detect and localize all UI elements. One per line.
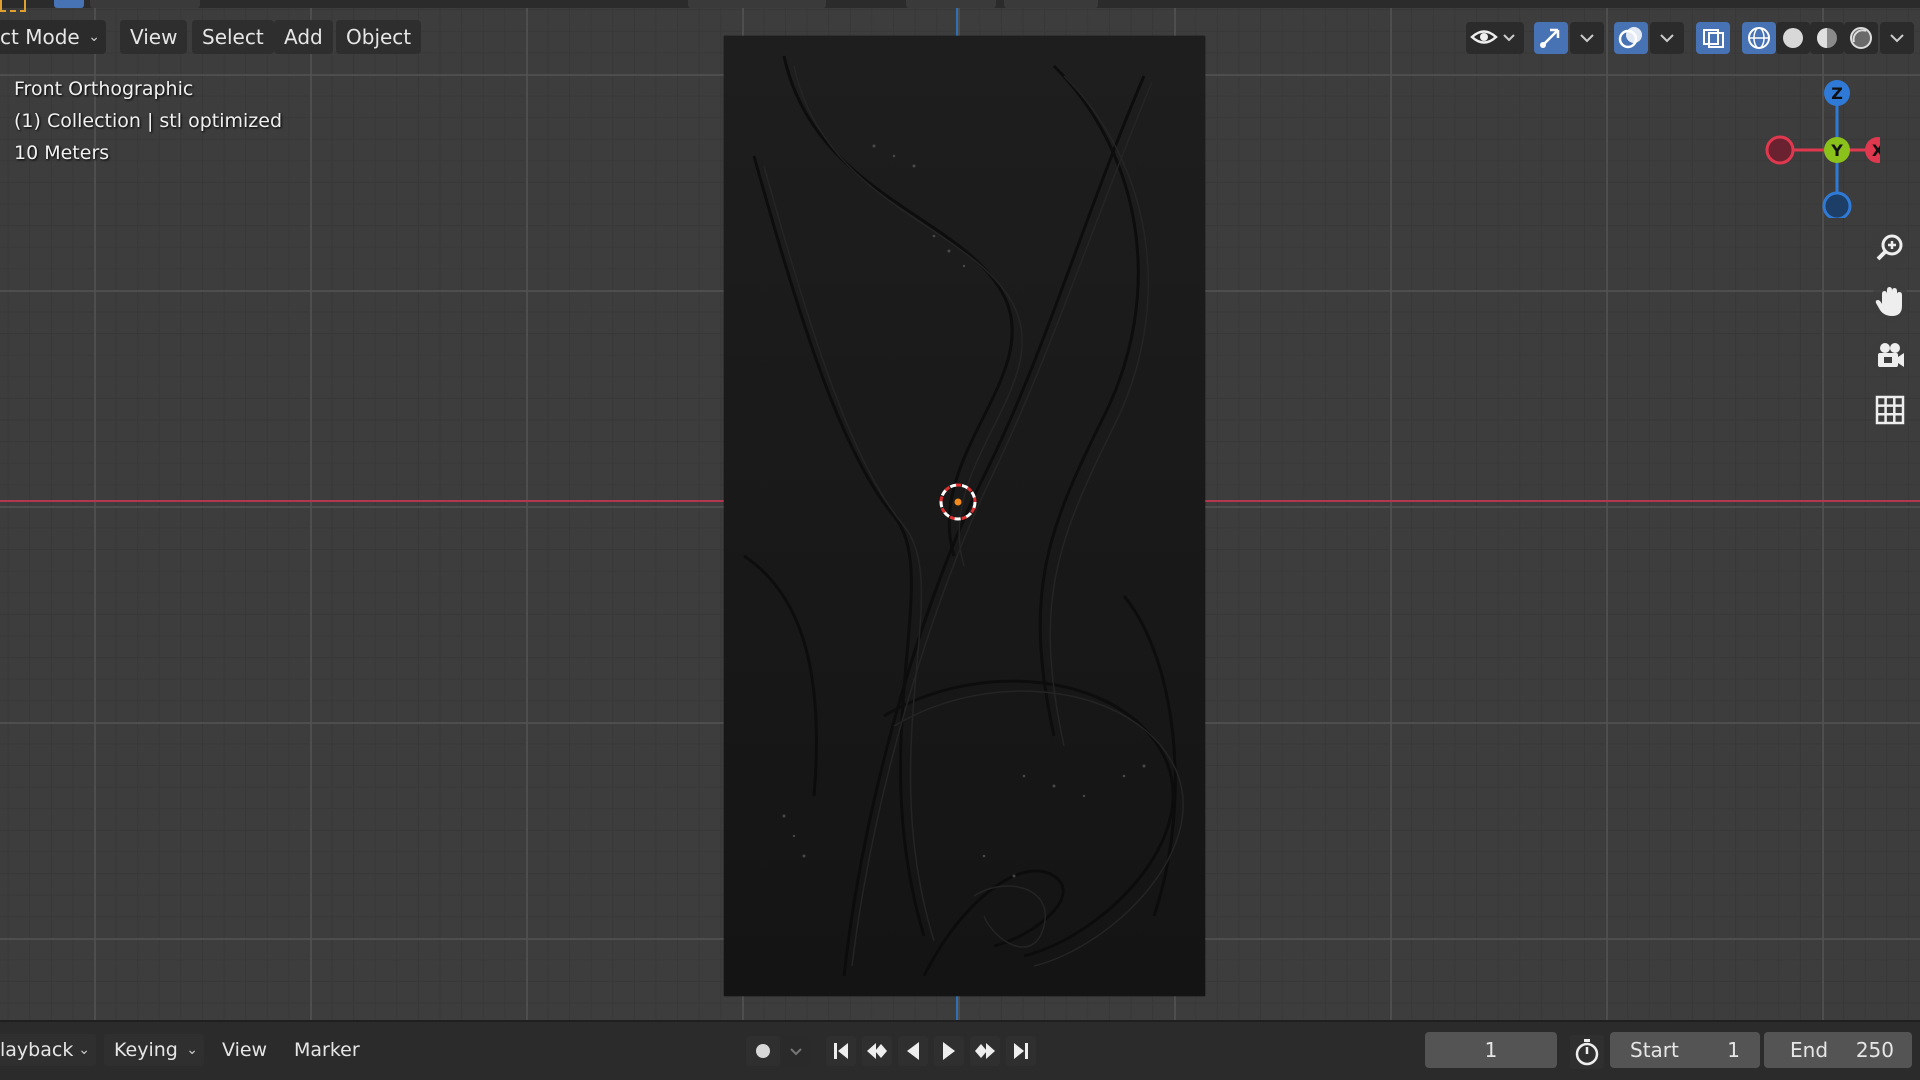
- stopwatch-icon: [1575, 1039, 1599, 1066]
- chevron-down-icon: [1660, 34, 1674, 43]
- gizmo-z-label: Z: [1831, 84, 1843, 103]
- start-value: 1: [1727, 1038, 1740, 1062]
- current-frame-field[interactable]: 1: [1425, 1032, 1557, 1068]
- mode-dropdown[interactable]: ct Mode ⌄: [0, 20, 106, 54]
- auto-keying-button[interactable]: [746, 1036, 780, 1066]
- viewport-header: ct Mode ⌄ View Select Add Object: [0, 0, 1920, 74]
- jump-end-button[interactable]: [1006, 1036, 1036, 1066]
- record-icon: [756, 1044, 770, 1058]
- rendered-sphere-icon: [1850, 27, 1872, 49]
- gizmo-y-label: Y: [1830, 141, 1843, 160]
- keying-set-dropdown[interactable]: [782, 1036, 810, 1066]
- chevron-down-icon: [790, 1048, 802, 1056]
- 3d-viewport[interactable]: Front Orthographic (1) Collection | stl …: [0, 0, 1920, 1020]
- origin-cursor-icon: [939, 483, 977, 521]
- proportional-edit-dropdown[interactable]: [1004, 0, 1098, 8]
- menu-view[interactable]: View: [120, 20, 188, 54]
- prev-keyframe-icon: [867, 1043, 887, 1059]
- playback-dropdown[interactable]: layback ⌄: [0, 1034, 96, 1066]
- view-name-label: Front Orthographic: [14, 78, 194, 100]
- jump-start-button[interactable]: [826, 1036, 856, 1066]
- select-box-icon[interactable]: [0, 0, 26, 12]
- scale-label: 10 Meters: [14, 142, 110, 164]
- menu-select[interactable]: Select: [192, 20, 274, 54]
- material-shading-button[interactable]: [1810, 22, 1844, 54]
- menu-object[interactable]: Object: [336, 20, 422, 54]
- next-keyframe-button[interactable]: [970, 1036, 1000, 1066]
- zoom-icon: [1876, 234, 1903, 261]
- camera-view-button[interactable]: [1870, 336, 1910, 376]
- playback-label: layback: [0, 1039, 74, 1061]
- jump-end-icon: [1014, 1043, 1028, 1059]
- jump-start-icon: [834, 1043, 848, 1059]
- menu-add[interactable]: Add: [274, 20, 333, 54]
- visibility-dropdown[interactable]: [1466, 22, 1524, 54]
- shading-dropdown[interactable]: [1880, 22, 1914, 54]
- grid-icon: [1875, 395, 1905, 425]
- overlays-toggle-button[interactable]: [1614, 22, 1648, 54]
- ortho-toggle-button[interactable]: [1870, 390, 1910, 430]
- end-label: End: [1790, 1038, 1829, 1062]
- prev-keyframe-button[interactable]: [862, 1036, 892, 1066]
- gizmo-icon: [1540, 28, 1560, 48]
- chevron-down-icon: ⌄: [78, 1042, 90, 1058]
- play-button[interactable]: [934, 1036, 964, 1066]
- transform-orientation-dropdown[interactable]: [688, 0, 826, 8]
- play-reverse-button[interactable]: [898, 1036, 928, 1066]
- play-icon: [943, 1042, 955, 1060]
- gizmo-toggle-button[interactable]: [1534, 22, 1568, 54]
- gizmo-dropdown[interactable]: [1570, 22, 1604, 54]
- solid-shading-button[interactable]: [1776, 22, 1810, 54]
- chevron-down-icon: [1580, 34, 1594, 43]
- select-mode-buttons[interactable]: [90, 0, 200, 8]
- solid-sphere-icon: [1783, 28, 1803, 48]
- chevron-down-icon: ⌄: [88, 29, 100, 45]
- play-reverse-icon: [907, 1042, 919, 1060]
- timeline-header: layback ⌄ Keying ⌄ View Marker 1 Start 1…: [0, 1020, 1920, 1080]
- overlays-icon: [1618, 27, 1642, 49]
- pan-button[interactable]: [1870, 282, 1910, 322]
- overlays-dropdown[interactable]: [1650, 22, 1684, 54]
- start-frame-field[interactable]: Start 1: [1610, 1032, 1760, 1068]
- hand-pan-icon: [1875, 287, 1902, 316]
- select-tool-icon[interactable]: [54, 0, 84, 8]
- keying-dropdown[interactable]: Keying ⌄: [104, 1034, 204, 1066]
- rendered-shading-button[interactable]: [1844, 22, 1878, 54]
- keying-label: Keying: [114, 1039, 178, 1061]
- snap-dropdown[interactable]: [906, 0, 996, 8]
- chevron-down-icon: [1890, 34, 1904, 43]
- camera-icon: [1878, 343, 1904, 367]
- xray-icon: [1703, 29, 1724, 48]
- navigation-gizmo[interactable]: Z X Y: [1760, 78, 1880, 218]
- end-frame-field[interactable]: End 250: [1764, 1032, 1912, 1068]
- wireframe-sphere-icon: [1748, 27, 1770, 49]
- start-label: Start: [1630, 1038, 1679, 1062]
- mode-label: ct Mode: [0, 25, 80, 49]
- timeline-menu-view[interactable]: View: [212, 1034, 277, 1066]
- material-sphere-icon: [1817, 28, 1837, 48]
- next-keyframe-icon: [975, 1043, 995, 1059]
- timeline-menu-marker[interactable]: Marker: [284, 1034, 370, 1066]
- end-value: 250: [1855, 1038, 1894, 1062]
- collection-label: (1) Collection | stl optimized: [14, 110, 283, 132]
- chevron-down-icon: ⌄: [186, 1042, 198, 1058]
- xray-toggle-button[interactable]: [1696, 22, 1730, 54]
- zoom-button[interactable]: [1870, 228, 1910, 268]
- eye-icon: [1470, 30, 1515, 44]
- wireframe-shading-button[interactable]: [1742, 22, 1776, 54]
- gizmo-x-label: X: [1872, 141, 1880, 160]
- preview-range-button[interactable]: [1570, 1035, 1604, 1069]
